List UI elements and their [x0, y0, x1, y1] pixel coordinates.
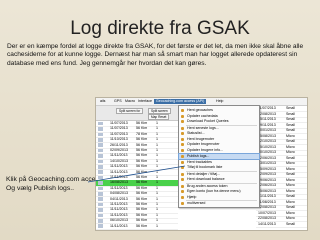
- slide: Log direkte fra GSAK Der er en kæmpe for…: [0, 0, 320, 240]
- annotation-arrow: [87, 165, 186, 183]
- annotation-overlay: [87, 165, 186, 183]
